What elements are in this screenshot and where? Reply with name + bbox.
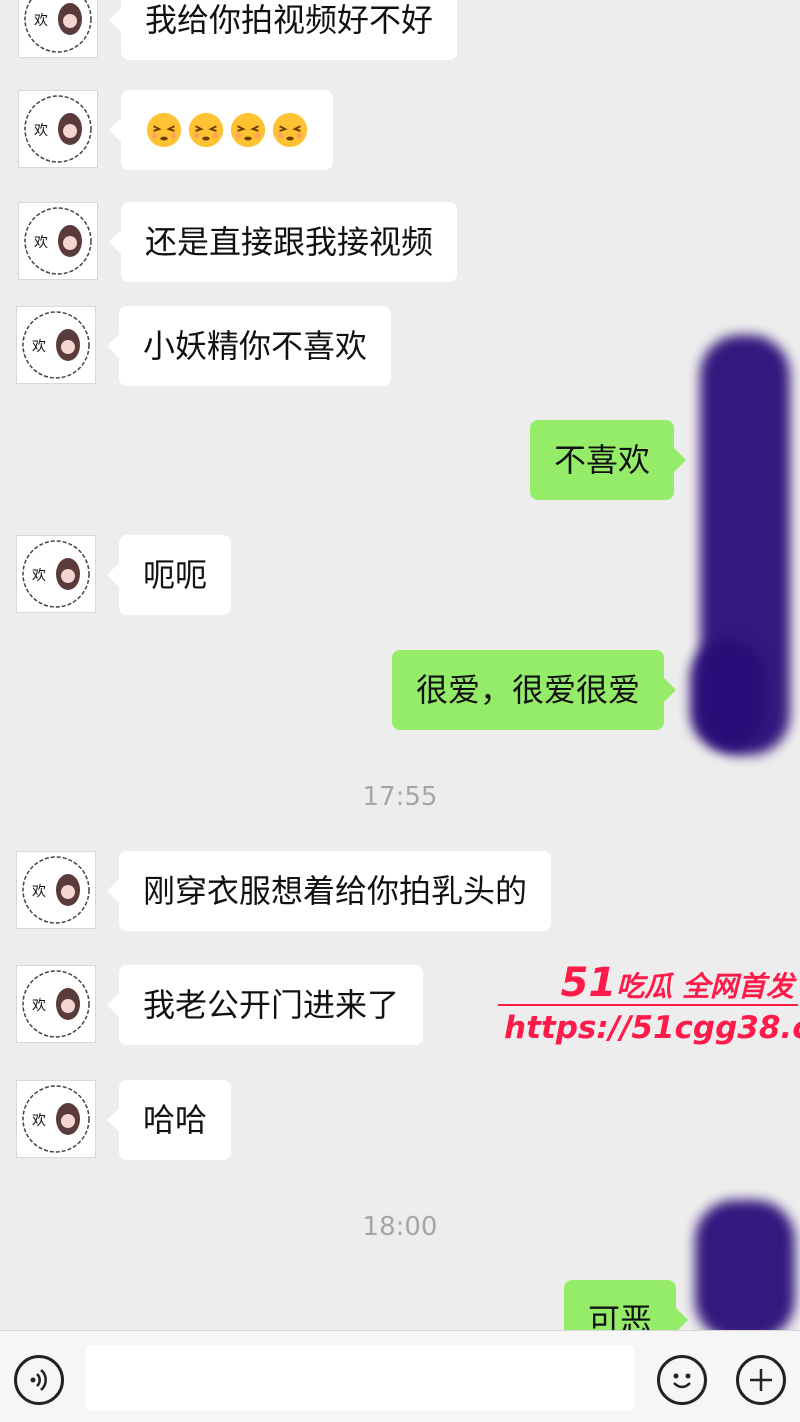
avatar-image: 欢 — [22, 856, 90, 924]
avatar-image: 欢 — [22, 311, 90, 379]
avatar-label: 欢 — [32, 884, 46, 900]
redaction-mark — [695, 1200, 795, 1330]
avatar-image: 欢 — [24, 95, 92, 163]
message-text: 刚穿衣服想着给你拍乳头的 — [143, 872, 528, 910]
avatar-image: 欢 — [24, 207, 92, 275]
message-bubble[interactable]: 我给你拍视频好不好 — [108, 0, 458, 60]
input-toolbar — [0, 1330, 800, 1422]
message-text: 不喜欢 — [554, 441, 651, 479]
message-text: 小妖精你不喜欢 — [143, 327, 368, 365]
message-bubble[interactable]: 小妖精你不喜欢 — [106, 306, 392, 386]
message-bubble[interactable]: 呃呃 — [106, 535, 232, 615]
avatar-label: 欢 — [32, 339, 46, 355]
avatar-label: 欢 — [32, 568, 46, 584]
plus-icon — [750, 1369, 772, 1391]
message-text: 我给你拍视频好不好 — [145, 1, 434, 39]
avatar[interactable]: 欢 — [16, 306, 96, 384]
message-text: 呃呃 — [143, 556, 208, 594]
message-bubble[interactable]: 可恶 — [564, 1280, 689, 1330]
avatar[interactable]: 欢 — [16, 965, 96, 1043]
watermark-number: 51 — [560, 960, 617, 1006]
avatar[interactable]: 欢 — [16, 535, 96, 613]
chat-area[interactable]: 欢 我给你拍视频好不好 欢 欢 还是直接跟我接视频 欢 小妖精你不喜欢 不喜欢 … — [0, 0, 800, 1330]
avatar-label: 欢 — [32, 1113, 46, 1129]
avatar-label: 欢 — [34, 13, 48, 29]
message-text: 很爱，很爱很爱 — [416, 671, 641, 709]
message-text: 我老公开门进来了 — [143, 986, 400, 1024]
voice-icon — [30, 1369, 47, 1391]
timestamp: 18:00 — [362, 1212, 438, 1242]
watermark-divider — [498, 1004, 798, 1006]
avatar[interactable]: 欢 — [18, 202, 98, 280]
avatar-image: 欢 — [22, 1085, 90, 1153]
sleepy-face-emoji — [188, 112, 224, 148]
emoji-icon — [673, 1373, 691, 1389]
plus-button[interactable] — [736, 1355, 786, 1405]
avatar-label: 欢 — [34, 123, 48, 139]
message-text: 哈哈 — [143, 1101, 208, 1139]
message-text: 可恶 — [588, 1301, 653, 1330]
message-bubble[interactable]: 刚穿衣服想着给你拍乳头的 — [106, 851, 552, 931]
avatar-label: 欢 — [32, 998, 46, 1014]
message-text: 还是直接跟我接视频 — [145, 223, 434, 261]
watermark-text: 吃瓜 全网首发 — [616, 970, 794, 1003]
sleepy-face-emoji — [146, 112, 182, 148]
redaction-mark — [690, 640, 765, 750]
watermark-url: https://51cgg38.com — [504, 1010, 800, 1046]
message-input[interactable] — [86, 1345, 634, 1411]
message-bubble[interactable]: 还是直接跟我接视频 — [108, 202, 458, 282]
avatar-label: 欢 — [34, 235, 48, 251]
avatar-image: 欢 — [22, 970, 90, 1038]
avatar[interactable]: 欢 — [18, 0, 98, 58]
avatar-image: 欢 — [24, 0, 92, 53]
voice-button[interactable] — [14, 1355, 64, 1405]
sleepy-face-emoji — [230, 112, 266, 148]
emoji-button[interactable] — [657, 1355, 707, 1405]
avatar-image: 欢 — [22, 540, 90, 608]
message-bubble[interactable] — [109, 90, 333, 170]
watermark-brand: 51吃瓜 全网首发 — [561, 960, 794, 1006]
avatar[interactable]: 欢 — [18, 90, 98, 168]
emoji-group — [145, 90, 309, 170]
message-bubble[interactable]: 哈哈 — [106, 1080, 232, 1160]
sleepy-face-emoji — [272, 112, 308, 148]
avatar[interactable]: 欢 — [16, 1080, 96, 1158]
message-bubble[interactable]: 不喜欢 — [530, 420, 687, 500]
message-bubble[interactable]: 很爱，很爱很爱 — [392, 650, 677, 730]
watermark: 51吃瓜 全网首发 https://51cgg38.com — [498, 960, 800, 1060]
message-bubble[interactable]: 我老公开门进来了 — [106, 965, 424, 1045]
avatar[interactable]: 欢 — [16, 851, 96, 929]
timestamp: 17:55 — [362, 782, 438, 812]
